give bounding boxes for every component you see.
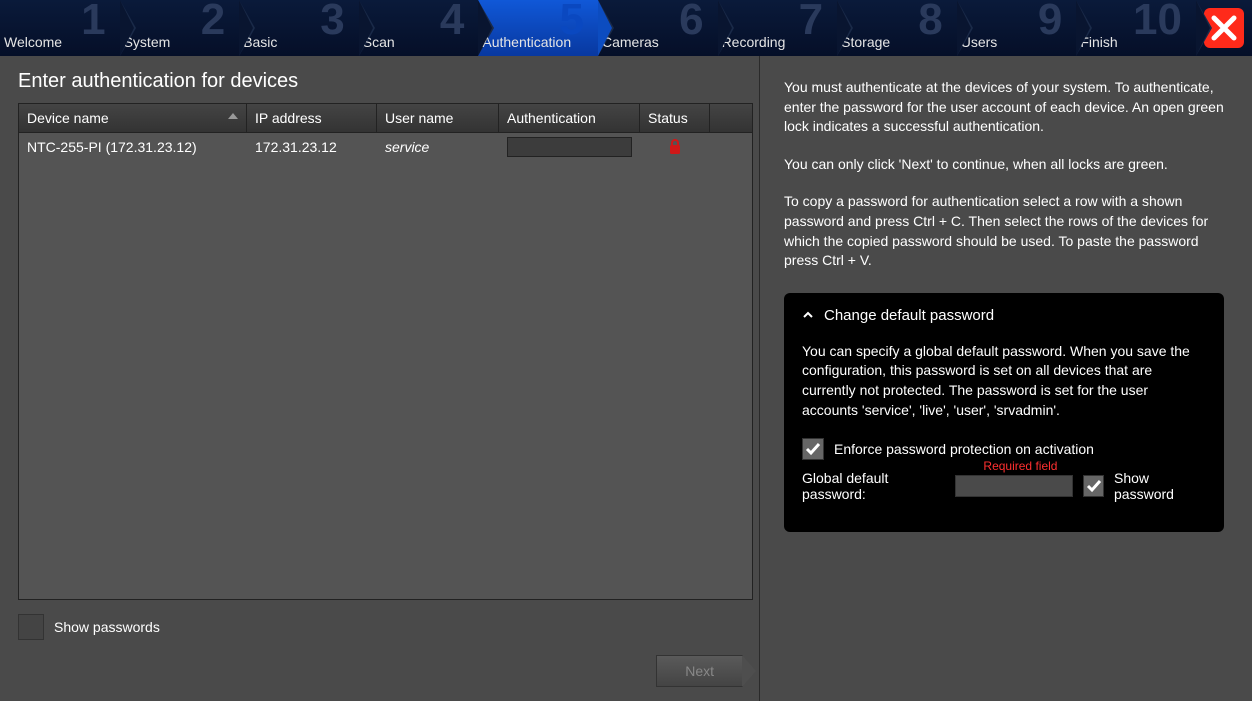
wizard-step-recording[interactable]: 7 Recording [718, 0, 838, 56]
col-status[interactable]: Status [640, 104, 710, 132]
col-authentication[interactable]: Authentication [499, 104, 640, 132]
wizard-step-bar: 1 Welcome 2 System 3 Basic 4 Scan 5 Auth… [0, 0, 1252, 56]
wizard-step-authentication[interactable]: 5 Authentication [478, 0, 598, 56]
help-paragraph-3: To copy a password for authentication se… [784, 192, 1224, 270]
enforce-label: Enforce password protection on activatio… [834, 441, 1094, 457]
chevron-up-icon [802, 309, 814, 321]
help-paragraph-1: You must authenticate at the devices of … [784, 78, 1224, 137]
wizard-step-users[interactable]: 9 Users [957, 0, 1077, 56]
wizard-step-welcome[interactable]: 1 Welcome [0, 0, 120, 56]
device-table: Device name IP address User name Authent… [18, 103, 753, 600]
wizard-step-finish[interactable]: 10 Finish [1076, 0, 1196, 56]
help-paragraph-2: You can only click 'Next' to continue, w… [784, 155, 1224, 175]
lock-closed-icon [668, 139, 682, 155]
show-password-label: Show password [1114, 470, 1206, 502]
accordion-body-text: You can specify a global default passwor… [802, 342, 1206, 420]
col-spacer [710, 104, 752, 132]
cell-ip: 172.31.23.12 [247, 135, 377, 159]
col-device-name[interactable]: Device name [19, 104, 247, 132]
wizard-step-scan[interactable]: 4 Scan [359, 0, 479, 56]
change-default-password-panel: Change default password You can specify … [784, 293, 1224, 532]
cell-authentication [499, 133, 640, 161]
col-user-name[interactable]: User name [377, 104, 499, 132]
next-button[interactable]: Next [656, 655, 743, 687]
accordion-header[interactable]: Change default password [802, 307, 1206, 324]
show-passwords-label: Show passwords [54, 619, 160, 635]
sort-asc-icon [228, 113, 238, 119]
cell-status [640, 135, 710, 159]
required-field-label: Required field [983, 459, 1057, 473]
col-ip[interactable]: IP address [247, 104, 377, 132]
authentication-password-input[interactable] [507, 137, 632, 157]
enforce-checkbox[interactable] [802, 438, 824, 460]
table-header: Device name IP address User name Authent… [19, 104, 752, 133]
wizard-step-system[interactable]: 2 System [120, 0, 240, 56]
wizard-step-storage[interactable]: 8 Storage [837, 0, 957, 56]
cell-user-name: service [377, 135, 499, 159]
global-default-password-label: Global default password: [802, 470, 945, 502]
show-passwords-checkbox[interactable] [18, 614, 44, 640]
show-password-checkbox[interactable] [1083, 475, 1104, 497]
page-title: Enter authentication for devices [18, 70, 753, 93]
wizard-step-cameras[interactable]: 6 Cameras [598, 0, 718, 56]
table-row[interactable]: NTC-255-PI (172.31.23.12) 172.31.23.12 s… [19, 133, 752, 161]
wizard-step-basic[interactable]: 3 Basic [239, 0, 359, 56]
global-default-password-input[interactable] [955, 475, 1073, 497]
cell-device-name: NTC-255-PI (172.31.23.12) [19, 135, 247, 159]
